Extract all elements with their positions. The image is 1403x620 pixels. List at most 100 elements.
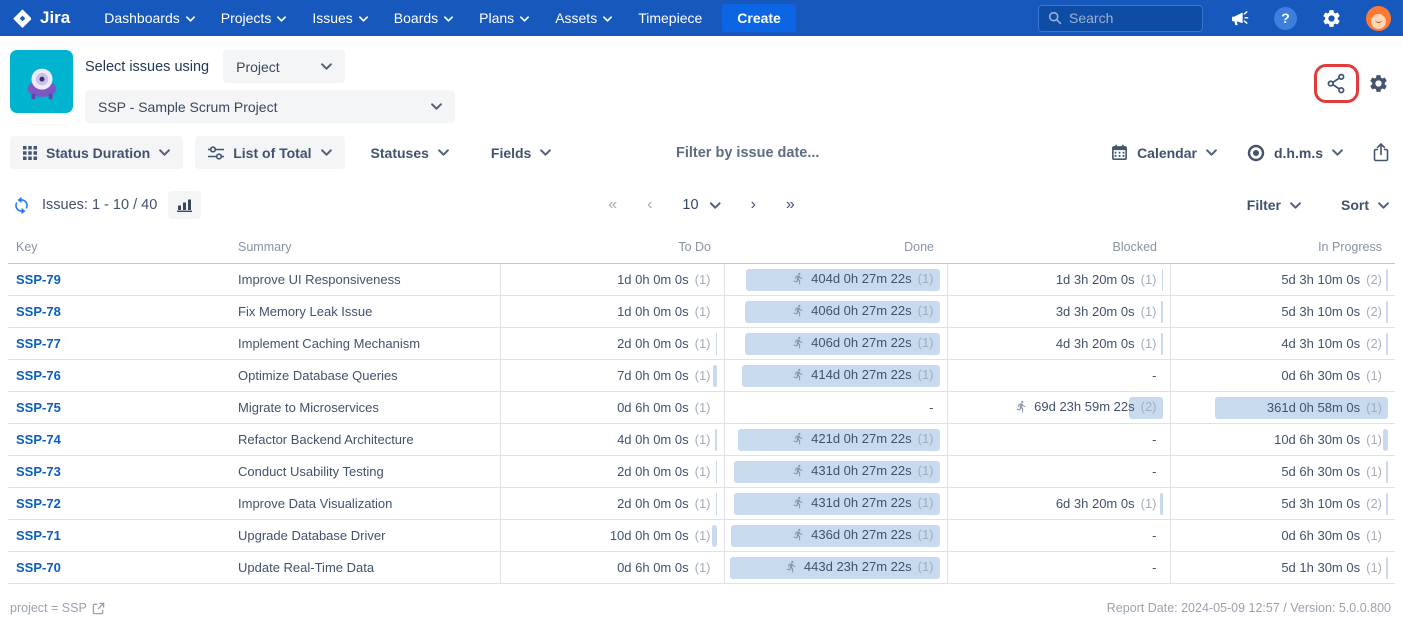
- table-row: SSP-72Improve Data Visualization2d 0h 0m…: [8, 488, 1395, 520]
- view-mode-dropdown[interactable]: List of Total: [195, 136, 344, 169]
- chevron-down-icon: [603, 16, 612, 22]
- issue-key-link[interactable]: SSP-78: [16, 304, 61, 319]
- project-select-dropdown[interactable]: SSP - Sample Scrum Project: [85, 90, 455, 123]
- issue-key-link[interactable]: SSP-76: [16, 368, 61, 383]
- issue-key-link[interactable]: SSP-79: [16, 272, 61, 287]
- report-toolbar: Status Duration List of Total Statuses F…: [0, 136, 1403, 169]
- nav-item-dashboards[interactable]: Dashboards: [104, 10, 195, 26]
- sort-dropdown[interactable]: Sort: [1341, 197, 1389, 213]
- user-avatar-button[interactable]: [1366, 6, 1391, 31]
- issue-key-link[interactable]: SSP-72: [16, 496, 61, 511]
- duration-text: 4d 3h 20m 0s: [1056, 336, 1135, 351]
- first-page-button[interactable]: «: [608, 197, 617, 213]
- duration-bar: [1160, 493, 1163, 515]
- chart-view-button[interactable]: [168, 191, 201, 219]
- report-settings-button[interactable]: [1368, 73, 1389, 94]
- issue-source-mode-dropdown[interactable]: Project: [223, 50, 345, 83]
- duration-cell: 431d 0h 27m 22s(1): [724, 488, 947, 520]
- statuses-dropdown[interactable]: Statuses: [371, 145, 449, 161]
- chevron-down-icon: [1206, 149, 1217, 156]
- duration-cell: 10d 0h 0m 0s(1): [500, 520, 724, 552]
- issue-summary-cell: Upgrade Database Driver: [230, 520, 500, 552]
- duration-cell: 414d 0h 27m 22s(1): [724, 360, 947, 392]
- time-format-dropdown[interactable]: d.h.m.s: [1247, 144, 1343, 162]
- duration-text: 7d 0h 0m 0s: [617, 368, 689, 383]
- search-input[interactable]: [1069, 10, 1179, 26]
- nav-item-issues[interactable]: Issues: [312, 10, 367, 26]
- report-footer: project = SSP Report Date: 2024-05-09 12…: [0, 584, 1403, 615]
- eye-icon: [1247, 144, 1265, 162]
- duration-cell: 361d 0h 58m 0s(1): [1170, 392, 1395, 424]
- create-button[interactable]: Create: [722, 4, 796, 32]
- issue-key-link[interactable]: SSP-73: [16, 464, 61, 479]
- duration-cell: 4d 3h 10m 0s(2): [1170, 328, 1395, 360]
- duration-text: 414d 0h 27m 22s: [811, 367, 911, 382]
- status-count: (1): [695, 528, 711, 543]
- settings-button[interactable]: [1321, 8, 1342, 29]
- duration-text: 5d 3h 10m 0s: [1281, 272, 1360, 287]
- export-button[interactable]: [1373, 143, 1389, 162]
- duration-text: 5d 1h 30m 0s: [1281, 560, 1360, 575]
- fields-dropdown[interactable]: Fields: [491, 145, 551, 161]
- share-icon: [1325, 72, 1348, 95]
- duration-text: 0d 6h 30m 0s: [1281, 528, 1360, 543]
- last-page-button[interactable]: »: [786, 197, 795, 213]
- issue-key-link[interactable]: SSP-70: [16, 560, 61, 575]
- duration-cell: 2d 0h 0m 0s(1): [500, 456, 724, 488]
- status-count: (1): [918, 495, 934, 510]
- next-page-button[interactable]: ›: [751, 197, 756, 213]
- jira-logo-icon: [12, 8, 33, 29]
- jira-logo[interactable]: Jira: [12, 8, 70, 29]
- issue-summary-cell: Improve UI Responsiveness: [230, 264, 500, 296]
- duration-bar: [1386, 301, 1389, 323]
- filter-dropdown[interactable]: Filter: [1247, 197, 1301, 213]
- issue-key-link[interactable]: SSP-77: [16, 336, 61, 351]
- page-size-dropdown[interactable]: 10: [682, 197, 720, 213]
- status-count: (2): [1366, 496, 1382, 511]
- top-navbar: Jira Dashboards Projects Issues Boards Plans…: [0, 0, 1403, 36]
- duration-text: 0d 6h 30m 0s: [1281, 368, 1360, 383]
- duration-text: 436d 0h 27m 22s: [811, 527, 911, 542]
- issue-summary-cell: Refactor Backend Architecture: [230, 424, 500, 456]
- status-count: (1): [918, 431, 934, 446]
- table-row: SSP-77Implement Caching Mechanism2d 0h 0…: [8, 328, 1395, 360]
- issue-summary-cell: Implement Caching Mechanism: [230, 328, 500, 360]
- calendar-dropdown[interactable]: Calendar: [1111, 144, 1217, 161]
- nav-item-timepiece[interactable]: Timepiece: [638, 10, 702, 26]
- issue-key-link[interactable]: SSP-75: [16, 400, 61, 415]
- date-filter-field[interactable]: Filter by issue date...: [676, 145, 819, 161]
- chevron-down-icon: [1378, 202, 1389, 209]
- table-row: SSP-74Refactor Backend Architecture4d 0h…: [8, 424, 1395, 456]
- duration-text: 1d 0h 0m 0s: [617, 304, 689, 319]
- refresh-button[interactable]: [12, 196, 31, 215]
- announcements-button[interactable]: [1229, 8, 1250, 28]
- nav-item-projects[interactable]: Projects: [221, 10, 287, 26]
- column-header-to-do: To Do: [500, 234, 724, 264]
- issue-summary-cell: Migrate to Microservices: [230, 392, 500, 424]
- duration-text: 406d 0h 27m 22s: [811, 303, 911, 318]
- search-icon: [1048, 11, 1062, 25]
- previous-page-button[interactable]: ‹: [647, 197, 652, 213]
- share-report-button[interactable]: [1325, 72, 1348, 95]
- duration-text: 406d 0h 27m 22s: [811, 335, 911, 350]
- duration-text: 1d 0h 0m 0s: [617, 272, 689, 287]
- issue-key-link[interactable]: SSP-71: [16, 528, 61, 543]
- issue-key-cell: SSP-72: [8, 488, 230, 520]
- external-link-icon[interactable]: [92, 602, 105, 615]
- megaphone-icon: [1229, 8, 1250, 28]
- status-count: (1): [695, 400, 711, 415]
- issue-summary-cell: Conduct Usability Testing: [230, 456, 500, 488]
- issues-count-group: Issues: 1 - 10 / 40: [12, 191, 201, 219]
- status-count: (1): [1366, 528, 1382, 543]
- toolbar-right-group: Calendar d.h.m.s: [1111, 143, 1389, 162]
- running-status-icon: [792, 528, 805, 541]
- nav-item-assets[interactable]: Assets: [555, 10, 612, 26]
- nav-item-plans[interactable]: Plans: [479, 10, 529, 26]
- duration-text: 5d 6h 30m 0s: [1281, 464, 1360, 479]
- navbar-search-box[interactable]: [1038, 5, 1203, 32]
- nav-item-boards[interactable]: Boards: [394, 10, 453, 26]
- report-type-dropdown[interactable]: Status Duration: [10, 136, 183, 169]
- issue-key-link[interactable]: SSP-74: [16, 432, 61, 447]
- help-button[interactable]: ?: [1274, 7, 1297, 30]
- jql-query-text: project = SSP: [10, 601, 87, 615]
